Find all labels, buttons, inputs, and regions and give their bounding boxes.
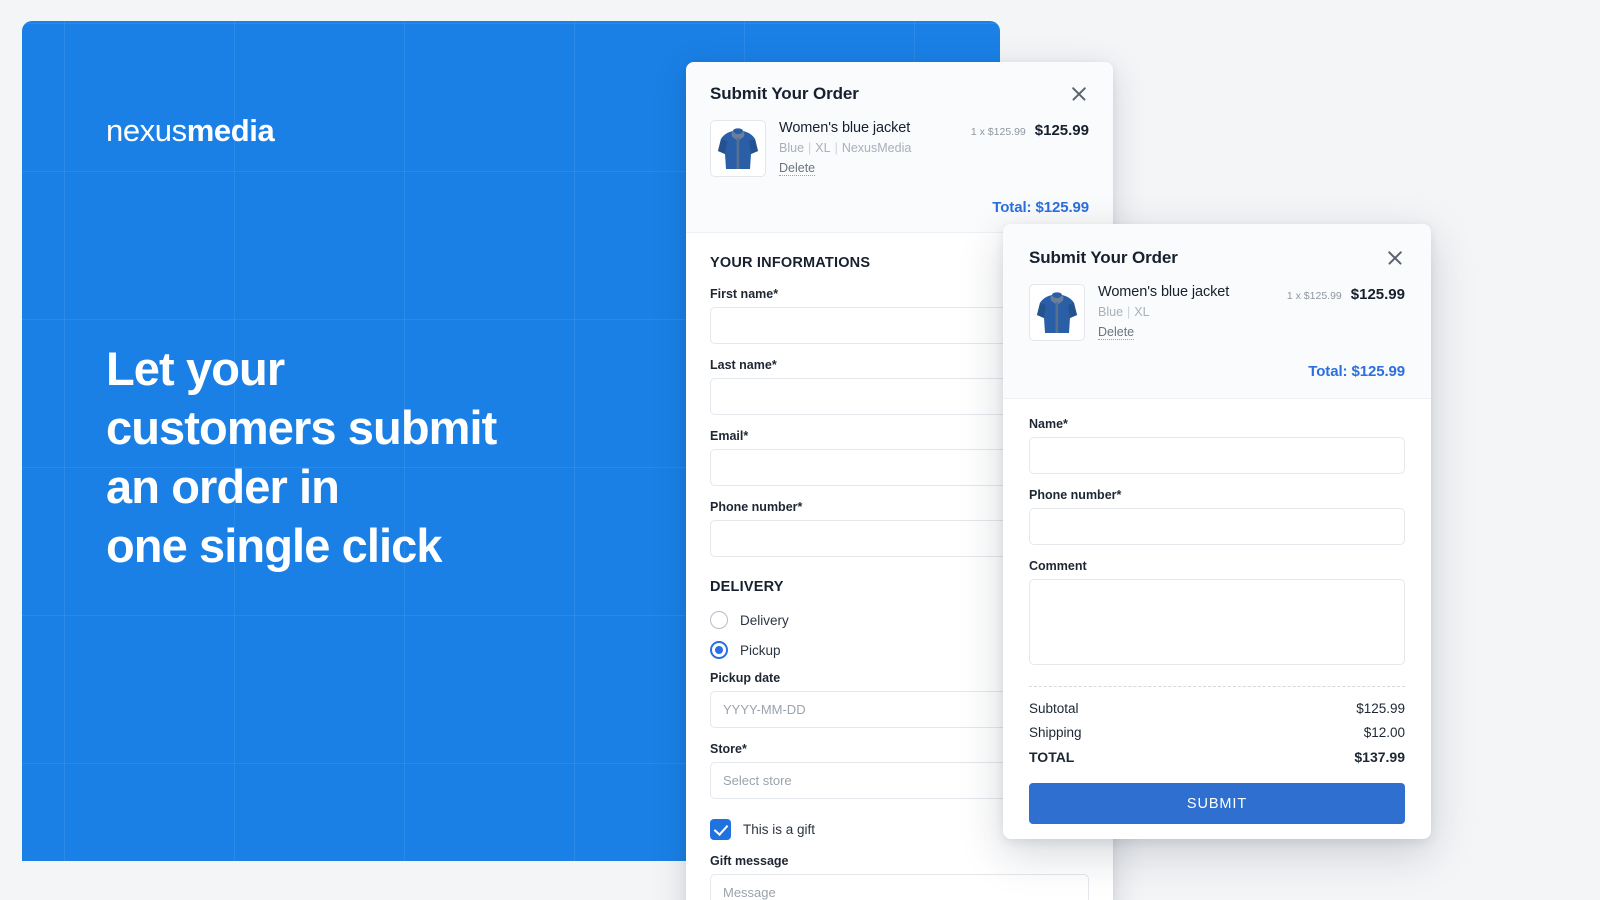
phone-input-front[interactable] — [1029, 508, 1405, 545]
comment-textarea[interactable] — [1029, 579, 1405, 665]
total-row-shipping: Shipping $12.00 — [1029, 725, 1405, 740]
delete-item-link[interactable]: Delete — [779, 161, 815, 176]
label-shipping: Shipping — [1029, 725, 1082, 740]
cart-line-item-back: Women's blue jacket Blue | XL | NexusMedia D… — [710, 120, 1089, 177]
total-row-grand: TOTAL $137.99 — [1029, 749, 1405, 765]
label-comment: Comment — [1029, 559, 1405, 573]
cart-item-pricing: 1 x $125.99 $125.99 — [1287, 284, 1405, 303]
delete-item-link[interactable]: Delete — [1098, 325, 1134, 340]
cart-item-color: Blue — [1098, 305, 1123, 319]
field-gift-message: Gift message — [710, 854, 1089, 900]
cart-item-attributes: Blue | XL — [1098, 305, 1287, 319]
cart-item-name: Women's blue jacket — [779, 120, 971, 136]
label-grand-total: TOTAL — [1029, 749, 1074, 765]
cart-item-unit-price: 1 x $125.99 — [971, 126, 1026, 138]
cart-summary-front: Submit Your Order Women's blue jacket — [1003, 224, 1431, 399]
close-icon[interactable] — [1069, 84, 1089, 104]
product-thumbnail — [1029, 284, 1085, 341]
cart-item-size: XL — [1134, 305, 1149, 319]
cart-item-name: Women's blue jacket — [1098, 284, 1287, 300]
modal-titlebar-back: Submit Your Order — [710, 84, 1089, 104]
cart-summary-back: Submit Your Order Women's blue jacket — [686, 62, 1113, 233]
radio-label-pickup: Pickup — [740, 643, 781, 658]
logo-text-bold: media — [187, 113, 275, 148]
order-form-modal-front: Submit Your Order Women's blue jacket — [1003, 224, 1431, 839]
close-icon[interactable] — [1385, 248, 1405, 268]
page-root: nexusmedia Let your customers submit an … — [0, 0, 1600, 900]
headline-line-3: an order in — [106, 457, 626, 516]
name-input[interactable] — [1029, 437, 1405, 474]
field-phone-front: Phone number* — [1029, 488, 1405, 545]
order-form-front: Name* Phone number* Comment Subtotal $12… — [1003, 399, 1431, 839]
headline-line-1: Let your — [106, 339, 626, 398]
cart-item-details-front: Women's blue jacket Blue | XL Delete — [1098, 284, 1287, 341]
field-comment: Comment — [1029, 559, 1405, 670]
attr-separator-1: | — [808, 141, 811, 155]
checkbox-label-gift: This is a gift — [743, 822, 815, 837]
cart-line-item-front: Women's blue jacket Blue | XL Delete 1 x $… — [1029, 284, 1405, 341]
total-row-subtotal: Subtotal $125.99 — [1029, 701, 1405, 716]
label-gift-message: Gift message — [710, 854, 1089, 868]
blue-jacket-icon — [715, 125, 761, 173]
modal-titlebar-front: Submit Your Order — [1029, 248, 1405, 268]
attr-separator-2: | — [835, 141, 838, 155]
cart-total-back: Total: $125.99 — [710, 199, 1089, 216]
cart-item-details-back: Women's blue jacket Blue | XL | NexusMedia D… — [779, 120, 971, 177]
product-thumbnail — [710, 120, 766, 177]
gift-message-textarea[interactable] — [710, 874, 1089, 900]
checkbox-icon-gift[interactable] — [710, 819, 731, 840]
cart-item-brand: NexusMedia — [842, 141, 911, 155]
cart-total-front: Total: $125.99 — [1029, 363, 1405, 380]
logo-text-light: nexus — [106, 113, 187, 148]
value-subtotal: $125.99 — [1356, 701, 1405, 716]
modal-title-back: Submit Your Order — [710, 84, 859, 104]
cart-item-unit-price: 1 x $125.99 — [1287, 290, 1342, 302]
cart-item-line-total: $125.99 — [1351, 286, 1405, 303]
modal-title-front: Submit Your Order — [1029, 248, 1178, 268]
field-name: Name* — [1029, 417, 1405, 474]
submit-button[interactable]: SUBMIT — [1029, 783, 1405, 824]
label-phone-front: Phone number* — [1029, 488, 1405, 502]
label-subtotal: Subtotal — [1029, 701, 1079, 716]
cart-item-attributes: Blue | XL | NexusMedia — [779, 141, 971, 155]
value-grand-total: $137.99 — [1354, 749, 1405, 765]
radio-icon-pickup[interactable] — [710, 641, 728, 659]
cart-item-pricing: 1 x $125.99 $125.99 — [971, 120, 1089, 139]
brand-logo: nexusmedia — [106, 113, 274, 149]
cart-item-color: Blue — [779, 141, 804, 155]
value-shipping: $12.00 — [1364, 725, 1405, 740]
radio-icon-delivery[interactable] — [710, 611, 728, 629]
label-name: Name* — [1029, 417, 1405, 431]
radio-label-delivery: Delivery — [740, 613, 789, 628]
hero-headline: Let your customers submit an order in on… — [106, 339, 626, 575]
headline-line-2: customers submit — [106, 398, 626, 457]
headline-line-4: one single click — [106, 516, 626, 575]
cart-item-size: XL — [815, 141, 830, 155]
blue-jacket-icon — [1034, 289, 1080, 337]
cart-item-line-total: $125.99 — [1035, 122, 1089, 139]
attr-separator-1: | — [1127, 305, 1130, 319]
totals-block: Subtotal $125.99 Shipping $12.00 TOTAL $… — [1029, 686, 1405, 765]
